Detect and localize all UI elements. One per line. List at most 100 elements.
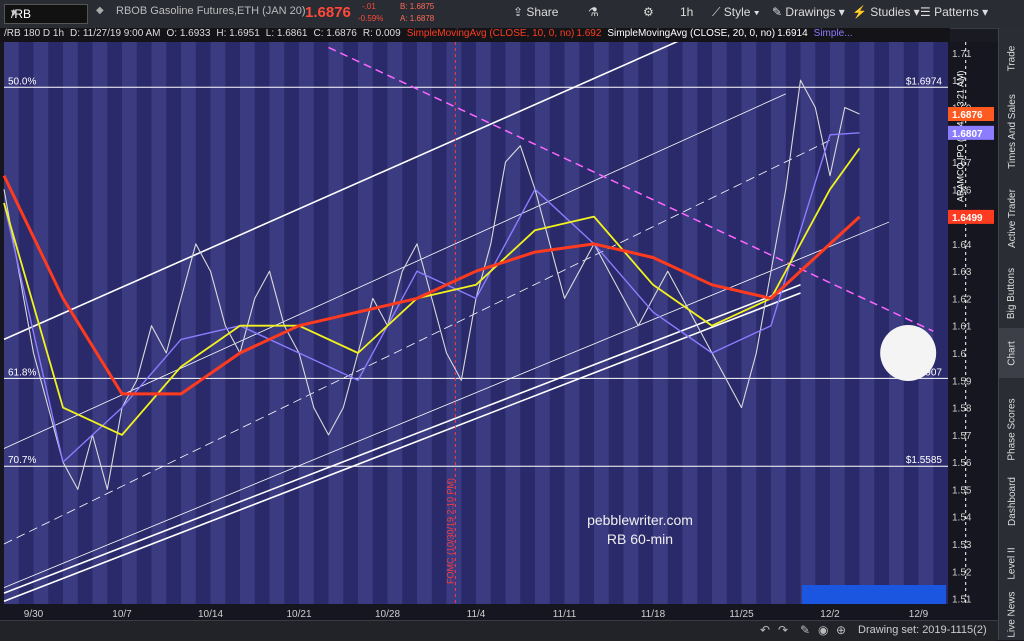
interval-button[interactable]: 1h [680, 5, 693, 23]
settings-button[interactable]: ⚙ [643, 5, 654, 23]
zoom-icon[interactable]: ⊕ [836, 623, 846, 637]
price-badge-label: 1.6499 [952, 213, 983, 224]
info-low: L: 1.6861 [265, 28, 308, 39]
info-sma10[interactable]: SimpleMovingAvg (CLOSE, 10, 0, no) [407, 28, 575, 39]
session-band [92, 42, 108, 604]
style-button[interactable]: ⟋ Style ▾ [712, 5, 760, 23]
tab-label: Trade [1006, 45, 1018, 71]
flask-button[interactable]: ⚗ [588, 5, 599, 23]
symbol-description: RBOB Gasoline Futures,ETH (JAN 20) [116, 5, 306, 17]
tab-chart[interactable]: Chart [999, 328, 1024, 378]
info-sma20-value: 1.6914 [777, 28, 808, 39]
x-tick-label: 11/18 [641, 609, 666, 620]
session-band [889, 42, 904, 604]
y-tick-label: 1.51 [952, 595, 972, 606]
y-tick-label: 1.64 [952, 240, 972, 251]
info-range: R: 0.009 [362, 28, 401, 39]
drawing-set-label[interactable]: Drawing set: 2019-1115(2) [858, 624, 987, 636]
fib-level-name: 61.8% [8, 367, 36, 378]
patterns-button[interactable]: ☰ Patterns ▾ [920, 5, 988, 23]
x-tick-label: 12/9 [909, 609, 929, 620]
session-band [358, 42, 373, 604]
info-close: C: 1.6876 [313, 28, 357, 39]
session-band [564, 42, 580, 604]
session-band [535, 42, 550, 604]
tab-live-news[interactable]: Live News [999, 588, 1024, 640]
tab-phase-scores[interactable]: Phase Scores [999, 394, 1024, 464]
drawings-label: Drawings [785, 5, 836, 19]
patterns-icon: ☰ [920, 5, 931, 19]
price-badge-label: 1.6807 [952, 129, 983, 140]
info-high: H: 1.6951 [216, 28, 260, 39]
y-tick-label: 1.58 [952, 404, 972, 415]
session-band [505, 42, 521, 604]
tab-label: Live News [1006, 590, 1018, 638]
y-tick-label: 1.52 [952, 567, 972, 578]
chevron-down-icon: ▾ [982, 5, 989, 19]
eye-icon[interactable]: ◉ [818, 623, 828, 637]
fomc-label: FOMC (10/30/19 2:10 PM) [445, 478, 455, 584]
studies-label: Studies [870, 5, 911, 19]
tab-level-ii[interactable]: Level II [999, 538, 1024, 588]
session-band [476, 42, 491, 604]
price-chart[interactable]: 1.711.71.691.681.671.661.651.641.631.621… [0, 42, 998, 620]
y-tick-label: 1.59 [952, 376, 972, 387]
y-tick-label: 1.61 [952, 322, 972, 333]
info-icon[interactable]: ◆ [96, 5, 104, 23]
pencil-icon[interactable]: ✎ [800, 623, 810, 637]
x-tick-label: 10/14 [198, 609, 223, 620]
style-icon: ⟋ [712, 5, 721, 19]
watermark-title: pebblewriter.com [587, 512, 693, 528]
tab-times-and-sales[interactable]: Times And Sales [999, 86, 1024, 176]
session-band [771, 42, 786, 604]
redo-icon[interactable]: ↷ [778, 623, 788, 637]
top-toolbar: /RB ▾ ◆ RBOB Gasoline Futures,ETH (JAN 2… [0, 0, 1024, 29]
tab-dashboard[interactable]: Dashboard [999, 468, 1024, 534]
drawings-button[interactable]: ✎ Drawings ▾ [772, 5, 845, 23]
y-tick-label: 1.6 [952, 349, 966, 360]
target-circle [880, 325, 937, 382]
y-tick-label: 1.57 [952, 431, 972, 442]
x-tick-label: 11/11 [553, 609, 577, 620]
chevron-down-icon: ▾ [753, 5, 760, 19]
tab-label: Times And Sales [1006, 93, 1018, 169]
session-band [269, 42, 285, 604]
session-band [830, 42, 845, 604]
info-date: D: 11/27/19 9:00 AM [70, 28, 161, 39]
share-button[interactable]: ⇪ Share [513, 5, 558, 23]
session-band [741, 42, 757, 604]
last-price: 1.6876 [305, 4, 351, 21]
y-tick-label: 1.55 [952, 485, 972, 496]
undo-icon[interactable]: ↶ [760, 623, 770, 637]
session-band [417, 42, 432, 604]
y-tick-label: 1.56 [952, 458, 972, 469]
flask-icon: ⚗ [588, 5, 599, 19]
info-sma20[interactable]: SimpleMovingAvg (CLOSE, 20, 0, no) [607, 28, 775, 39]
tab-trade[interactable]: Trade [999, 38, 1024, 78]
session-band [122, 42, 137, 604]
style-label: Style [723, 5, 751, 19]
patterns-label: Patterns [934, 5, 979, 19]
gear-icon: ⚙ [643, 5, 654, 19]
x-tick-label: 12/2 [820, 609, 840, 620]
x-tick-label: 9/30 [24, 609, 44, 620]
pencil-icon: ✎ [772, 5, 783, 19]
fib-level-price: $1.5585 [906, 455, 943, 466]
y-tick-label: 1.62 [952, 294, 972, 305]
session-band [328, 42, 344, 604]
studies-icon: ⚡ [852, 5, 867, 19]
info-sma-more[interactable]: Simple... [814, 28, 853, 39]
tab-big-buttons[interactable]: Big Buttons [999, 262, 1024, 324]
symbol-selector[interactable]: /RB ▾ [4, 4, 88, 24]
study-info-bar: /RB 180 D 1h D: 11/27/19 9:00 AM O: 1.6933… [0, 28, 950, 42]
info-open: O: 1.6933 [166, 28, 211, 39]
tab-label: Big Buttons [1006, 267, 1018, 319]
tab-label: Level II [1006, 546, 1018, 580]
info-symbol: /RB 180 D 1h [4, 28, 65, 39]
x-tick-label: 11/4 [467, 609, 486, 620]
chevron-down-icon: ▾ [838, 5, 845, 19]
fib-level-name: 50.0% [8, 76, 36, 87]
studies-button[interactable]: ⚡ Studies ▾ [852, 5, 920, 23]
price-badge-label: 1.6876 [952, 110, 983, 121]
tab-active-trader[interactable]: Active Trader [999, 178, 1024, 258]
